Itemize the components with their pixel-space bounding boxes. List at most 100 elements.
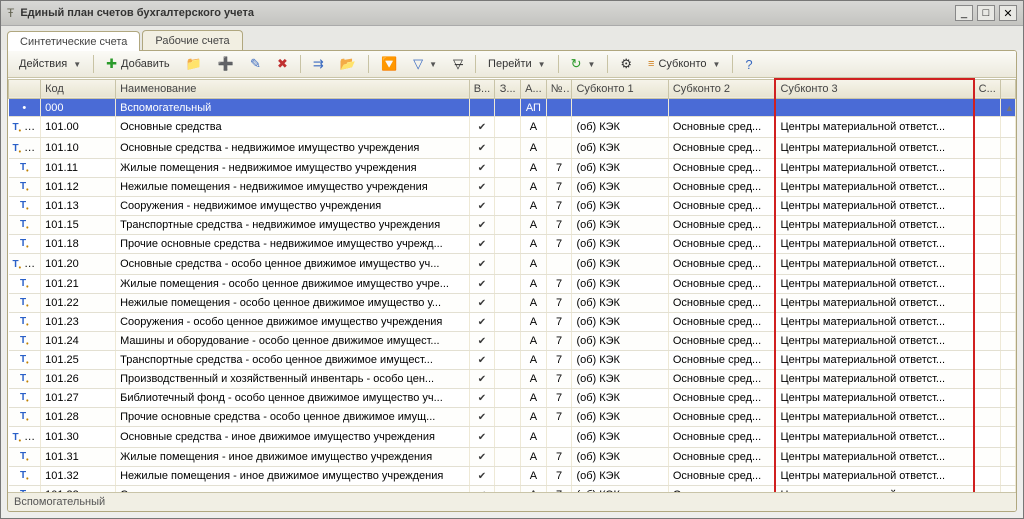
table-row[interactable]: T•101.12Нежилые помещения - недвижимое и… bbox=[9, 178, 1016, 197]
col-z[interactable]: З... bbox=[495, 79, 521, 99]
tab-synthetic[interactable]: Синтетические счета bbox=[7, 31, 140, 51]
cell-n: 7 bbox=[546, 486, 572, 493]
row-type-icon: T• bbox=[20, 489, 29, 492]
col-n[interactable]: №... bbox=[546, 79, 572, 99]
col-marker[interactable] bbox=[9, 79, 41, 99]
cell-code: 101.20 bbox=[41, 254, 116, 275]
settings-button[interactable]: ⚙ bbox=[613, 53, 639, 75]
table-row[interactable]: T•101.28Прочие основные средства - особо… bbox=[9, 408, 1016, 427]
scroll-down-icon[interactable]: ▼ bbox=[1005, 489, 1016, 492]
goto-dropdown[interactable]: Перейти▼ bbox=[481, 55, 553, 73]
tab-working[interactable]: Рабочие счета bbox=[142, 30, 242, 50]
cell-scroll bbox=[1000, 235, 1015, 254]
cell-s3: Центры материальной ответст... bbox=[775, 294, 973, 313]
cell-s1: (об) КЭК bbox=[572, 159, 668, 178]
cell-z bbox=[495, 216, 521, 235]
table-row[interactable]: T• 📁101.30Основные средства - иное движи… bbox=[9, 427, 1016, 448]
table-row[interactable]: T•101.27Библиотечный фонд - особо ценное… bbox=[9, 389, 1016, 408]
help-icon: ? bbox=[745, 57, 752, 72]
table-row[interactable]: T•101.26Производственный и хозяйственный… bbox=[9, 370, 1016, 389]
cell-s1: (об) КЭК bbox=[572, 117, 668, 138]
cell-s2: Основные сред... bbox=[668, 351, 775, 370]
cell-z bbox=[495, 467, 521, 486]
table-row[interactable]: T•101.13Сооружения - недвижимое имуществ… bbox=[9, 197, 1016, 216]
col-s3[interactable]: Субконто 3 bbox=[775, 79, 973, 99]
filter-funnel-button[interactable]: 🔽 bbox=[374, 53, 404, 75]
cell-code: 101.12 bbox=[41, 178, 116, 197]
cell-s1: (об) КЭК bbox=[572, 370, 668, 389]
cell-c bbox=[974, 332, 1001, 351]
table-row[interactable]: T• 📁101.00Основные средства✔А(об) КЭКОсн… bbox=[9, 117, 1016, 138]
table-row[interactable]: T• 📁101.10Основные средства - недвижимое… bbox=[9, 138, 1016, 159]
cell-v: ✔ bbox=[469, 254, 495, 275]
table-row[interactable]: T•101.25Транспортные средства - особо це… bbox=[9, 351, 1016, 370]
cell-code: 101.30 bbox=[41, 427, 116, 448]
actions-label: Действия bbox=[19, 58, 67, 70]
table-row[interactable]: T•101.21Жилые помещения - особо ценное д… bbox=[9, 275, 1016, 294]
col-name[interactable]: Наименование bbox=[116, 79, 470, 99]
maximize-button[interactable]: □ bbox=[977, 5, 995, 21]
cell-scroll bbox=[1000, 178, 1015, 197]
cell-marker: T• bbox=[9, 448, 41, 467]
table-row[interactable]: T• 📁101.20Основные средства - особо ценн… bbox=[9, 254, 1016, 275]
table-row[interactable]: T•101.33Сооружения - иное движимое имуще… bbox=[9, 486, 1016, 493]
col-a[interactable]: А... bbox=[521, 79, 547, 99]
row-type-icon: T• bbox=[13, 432, 22, 443]
col-code[interactable]: Код bbox=[41, 79, 116, 99]
cell-z bbox=[495, 389, 521, 408]
grid[interactable]: Код Наименование В... З... А... №... Суб… bbox=[8, 78, 1016, 492]
table-row[interactable]: T•101.32Нежилые помещения - иное движимо… bbox=[9, 467, 1016, 486]
chevron-down-icon: ▼ bbox=[538, 60, 546, 69]
cell-s1: (об) КЭК bbox=[572, 138, 668, 159]
cell-s1: (об) КЭК bbox=[572, 235, 668, 254]
cell-s2: Основные сред... bbox=[668, 138, 775, 159]
cell-a: АП bbox=[521, 99, 547, 117]
scroll-up-icon[interactable]: ▲ bbox=[1005, 102, 1016, 114]
cell-scroll bbox=[1000, 351, 1015, 370]
cell-marker: T• bbox=[9, 313, 41, 332]
col-c[interactable]: С... bbox=[974, 79, 1001, 99]
subkonto-dropdown[interactable]: ≡ Субконто▼ bbox=[641, 55, 727, 73]
refresh-button[interactable]: ↻▼ bbox=[564, 53, 603, 75]
add-copy-button[interactable]: ➕ bbox=[211, 53, 241, 75]
edit-button[interactable]: ✎ bbox=[243, 53, 268, 75]
table-row[interactable]: T•101.24Машины и оборудование - особо це… bbox=[9, 332, 1016, 351]
cell-s3: Центры материальной ответст... bbox=[775, 254, 973, 275]
cell-marker: T• bbox=[9, 351, 41, 370]
separator bbox=[368, 55, 369, 73]
cell-a: А bbox=[521, 370, 547, 389]
cell-c bbox=[974, 197, 1001, 216]
table-row[interactable]: T•101.15Транспортные средства - недвижим… bbox=[9, 216, 1016, 235]
col-s2[interactable]: Субконто 2 bbox=[668, 79, 775, 99]
help-button[interactable]: ? bbox=[738, 54, 759, 75]
filter-button[interactable]: ▽▼ bbox=[406, 53, 444, 75]
move-button[interactable]: 📂 bbox=[333, 53, 363, 75]
cell-scroll bbox=[1000, 138, 1015, 159]
hierarchy-button[interactable]: ⇉ bbox=[306, 53, 331, 75]
add-button[interactable]: ✚ Добавить bbox=[99, 53, 177, 75]
table-row[interactable]: •000ВспомогательныйАП▲ bbox=[9, 99, 1016, 117]
cell-name: Вспомогательный bbox=[116, 99, 470, 117]
table-row[interactable]: T•101.23Сооружения - особо ценное движим… bbox=[9, 313, 1016, 332]
cell-v: ✔ bbox=[469, 216, 495, 235]
actions-dropdown[interactable]: Действия▼ bbox=[12, 55, 88, 73]
clear-filter-button[interactable]: ▽̶ bbox=[446, 53, 470, 75]
cell-n: 7 bbox=[546, 408, 572, 427]
cell-s2: Основные сред... bbox=[668, 178, 775, 197]
add-group-button[interactable]: 📁 bbox=[179, 53, 209, 75]
row-type-icon: T• bbox=[13, 259, 22, 270]
cell-code: 101.28 bbox=[41, 408, 116, 427]
cell-c bbox=[974, 159, 1001, 178]
cell-s3: Центры материальной ответст... bbox=[775, 332, 973, 351]
minimize-button[interactable]: _ bbox=[955, 5, 973, 21]
col-s1[interactable]: Субконто 1 bbox=[572, 79, 668, 99]
window-title: Единый план счетов бухгалтерского учета bbox=[20, 7, 955, 19]
table-row[interactable]: T•101.22Нежилые помещения - особо ценное… bbox=[9, 294, 1016, 313]
close-button[interactable]: ✕ bbox=[999, 5, 1017, 21]
table-row[interactable]: T•101.18Прочие основные средства - недви… bbox=[9, 235, 1016, 254]
table-row[interactable]: T•101.31Жилые помещения - иное движимое … bbox=[9, 448, 1016, 467]
delete-button[interactable]: ✖ bbox=[270, 53, 295, 75]
col-v[interactable]: В... bbox=[469, 79, 495, 99]
table-row[interactable]: T•101.11Жилые помещения - недвижимое иму… bbox=[9, 159, 1016, 178]
cell-marker: T• bbox=[9, 332, 41, 351]
